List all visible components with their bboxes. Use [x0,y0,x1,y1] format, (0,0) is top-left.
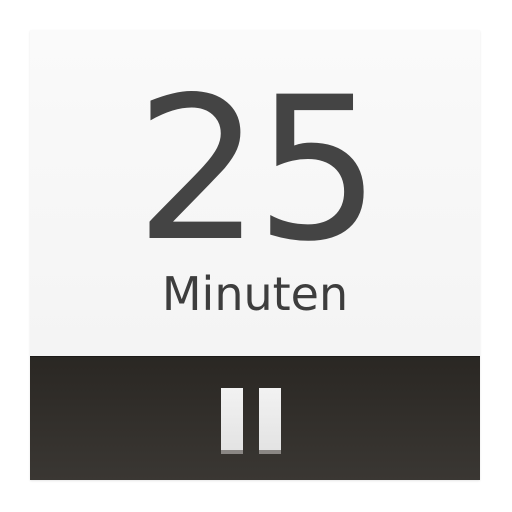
minutes-unit-label: Minuten [161,267,349,321]
pause-bar-right [259,388,281,454]
minutes-value: 25 [135,54,381,285]
pause-bar-left [221,388,243,454]
timer-widget: 25 Minuten [30,30,480,480]
pause-icon [221,388,285,454]
pause-button[interactable] [30,356,480,480]
timer-display: 25 Minuten [30,30,480,356]
